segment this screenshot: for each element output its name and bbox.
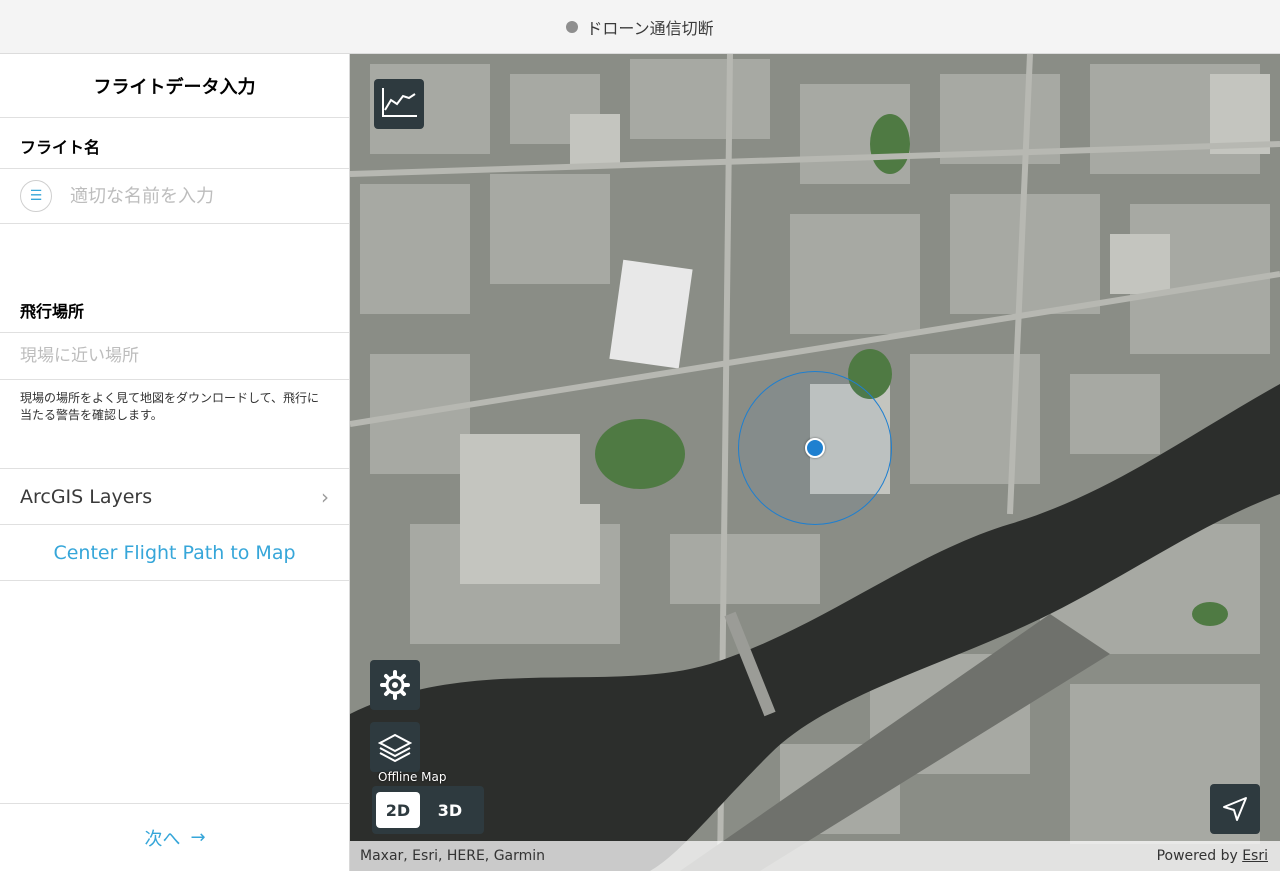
map-attribution: Maxar, Esri, HERE, Garmin Powered by Esr… bbox=[350, 841, 1280, 871]
esri-link[interactable]: Esri bbox=[1242, 848, 1268, 864]
location-row bbox=[0, 333, 349, 380]
powered-by: Powered by Esri bbox=[1157, 848, 1268, 864]
arcgis-layers-label: ArcGIS Layers bbox=[20, 485, 153, 508]
chevron-right-icon: › bbox=[321, 484, 329, 509]
powered-by-prefix: Powered by bbox=[1156, 848, 1238, 864]
location-hint: 現場の場所をよく見て地図をダウンロードして、飛行に当たる警告を確認します。 bbox=[0, 380, 349, 469]
connection-status-dot bbox=[566, 20, 579, 33]
settings-button[interactable] bbox=[370, 660, 420, 710]
satellite-map[interactable]: Offline Map 2D 3D Maxar, Esri, HERE, Gar… bbox=[350, 54, 1280, 871]
layers-icon bbox=[378, 733, 412, 762]
view-mode-2d[interactable]: 2D bbox=[376, 792, 420, 828]
connection-status-text: ドローン通信切断 bbox=[586, 18, 714, 38]
gear-icon bbox=[380, 670, 410, 700]
flight-data-panel: フライトデータ入力 フライト名 ☰ 飛行場所 現場の場所をよく見て地図をダウンロ… bbox=[0, 54, 350, 871]
line-chart-icon bbox=[382, 88, 417, 117]
status-bar: ドローン通信切断 bbox=[0, 0, 1280, 54]
flight-name-label: フライト名 bbox=[0, 118, 349, 169]
offline-map-button[interactable] bbox=[370, 722, 420, 772]
next-label: 次へ bbox=[144, 828, 181, 850]
center-flight-path-button[interactable]: Center Flight Path to Map bbox=[0, 525, 349, 581]
view-mode-3d[interactable]: 3D bbox=[428, 792, 472, 828]
attribution-text: Maxar, Esri, HERE, Garmin bbox=[360, 848, 546, 864]
location-label: 飛行場所 bbox=[0, 282, 349, 333]
flight-name-row: ☰ bbox=[0, 169, 349, 224]
next-button[interactable]: 次へ → bbox=[0, 803, 350, 871]
list-icon[interactable]: ☰ bbox=[20, 180, 52, 212]
navigation-arrow-icon bbox=[1223, 797, 1247, 821]
arrow-right-icon: → bbox=[190, 827, 206, 848]
flight-name-input[interactable] bbox=[70, 185, 310, 207]
flight-chart-button[interactable] bbox=[374, 79, 424, 129]
locate-button[interactable] bbox=[1210, 784, 1260, 834]
panel-title: フライトデータ入力 bbox=[0, 54, 349, 118]
location-input[interactable] bbox=[20, 346, 320, 366]
arcgis-layers-row[interactable]: ArcGIS Layers › bbox=[0, 469, 349, 525]
drone-location-marker[interactable] bbox=[805, 438, 825, 458]
view-mode-toggle: 2D 3D bbox=[372, 786, 484, 834]
offline-map-label: Offline Map bbox=[378, 770, 447, 784]
